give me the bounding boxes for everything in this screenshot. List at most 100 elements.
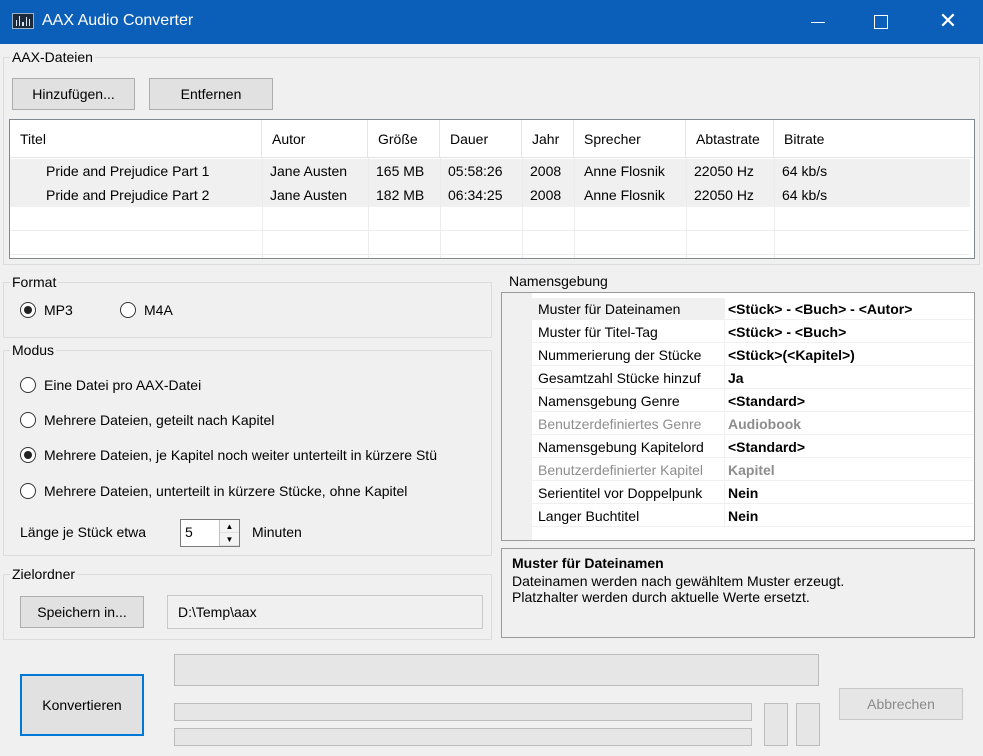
property-name: Serientitel vor Doppelpunk xyxy=(532,482,725,504)
length-stepper[interactable]: 5 ▲ ▼ xyxy=(180,519,240,547)
property-name: Nummerierung der Stücke xyxy=(532,344,725,366)
column-header-samplerate[interactable]: Abtastrate xyxy=(686,120,774,158)
cell-size: 182 MB xyxy=(376,187,425,203)
property-value[interactable]: <Stück>(<Kapitel>) xyxy=(728,344,855,366)
cell-year: 2008 xyxy=(530,163,562,179)
column-divider xyxy=(774,158,775,258)
list-empty-row xyxy=(10,231,970,255)
naming-property-grid[interactable]: Muster für Dateinamen <Stück> - <Buch> -… xyxy=(501,292,975,541)
property-row[interactable]: Namensgebung Kapitelord <Standard> xyxy=(532,436,974,458)
cell-title: Pride and Prejudice Part 2 xyxy=(46,187,210,203)
radio-split-by-chapter[interactable]: Mehrere Dateien, geteilt nach Kapitel xyxy=(20,412,274,428)
description-line-2: Platzhalter werden durch aktuelle Werte … xyxy=(512,589,810,605)
list-empty-row xyxy=(10,207,970,231)
radio-indicator[interactable] xyxy=(20,377,36,393)
convert-button[interactable]: Konvertieren xyxy=(20,674,144,736)
stepper-arrows[interactable]: ▲ ▼ xyxy=(219,520,239,546)
property-value[interactable]: <Standard> xyxy=(728,390,805,412)
close-icon: ✕ xyxy=(938,9,958,34)
radio-mp3[interactable]: MP3 xyxy=(20,302,73,318)
stepper-up-icon[interactable]: ▲ xyxy=(220,520,239,533)
maximize-icon xyxy=(874,15,888,29)
property-value[interactable]: <Stück> - <Buch> xyxy=(728,321,846,343)
progress-bar-total xyxy=(174,728,752,746)
property-value[interactable]: <Standard> xyxy=(728,436,805,458)
list-header: Titel Autor Größe Dauer Jahr Sprecher Ab… xyxy=(10,120,974,158)
table-row[interactable]: Pride and Prejudice Part 2 Jane Austen 1… xyxy=(10,183,970,207)
radio-label: Mehrere Dateien, geteilt nach Kapitel xyxy=(44,412,275,428)
property-value[interactable]: Audiobook xyxy=(728,413,801,435)
property-row[interactable]: Serientitel vor Doppelpunk Nein xyxy=(532,482,974,504)
column-header-narrator[interactable]: Sprecher xyxy=(574,120,686,158)
mode-legend: Modus xyxy=(10,342,57,358)
radio-indicator[interactable] xyxy=(20,483,36,499)
column-divider xyxy=(686,158,687,258)
cell-bitrate: 64 kb/s xyxy=(782,187,828,203)
radio-chapter-further-split[interactable]: Mehrere Dateien, je Kapitel noch weiter … xyxy=(20,447,437,463)
length-label: Länge je Stück etwa xyxy=(20,524,147,540)
close-button[interactable]: ✕ xyxy=(925,0,971,44)
progress-bar-main xyxy=(174,654,819,686)
description-title: Muster für Dateinamen xyxy=(512,555,664,571)
format-group: Format xyxy=(3,274,492,338)
cell-year: 2008 xyxy=(530,187,562,203)
cell-narrator: Anne Flosnik xyxy=(584,187,665,203)
property-row[interactable]: Benutzerdefiniertes Genre Audiobook xyxy=(532,413,974,435)
radio-m4a-indicator[interactable] xyxy=(120,302,136,318)
format-legend: Format xyxy=(10,274,59,290)
property-row[interactable]: Muster für Titel-Tag <Stück> - <Buch> xyxy=(532,321,974,343)
column-header-bitrate[interactable]: Bitrate xyxy=(774,120,970,158)
length-unit: Minuten xyxy=(252,524,302,540)
column-header-title[interactable]: Titel xyxy=(10,120,262,158)
cell-narrator: Anne Flosnik xyxy=(584,163,665,179)
property-value[interactable]: Kapitel xyxy=(728,459,775,481)
length-value[interactable]: 5 xyxy=(185,524,193,540)
radio-indicator[interactable] xyxy=(20,447,36,463)
column-header-author[interactable]: Autor xyxy=(262,120,368,158)
aax-file-list[interactable]: Titel Autor Größe Dauer Jahr Sprecher Ab… xyxy=(9,119,975,259)
radio-mp3-indicator[interactable] xyxy=(20,302,36,318)
cancel-button[interactable]: Abbrechen xyxy=(839,688,963,720)
table-row[interactable]: Pride and Prejudice Part 1 Jane Austen 1… xyxy=(10,159,970,183)
property-value[interactable]: Nein xyxy=(728,505,758,527)
column-divider xyxy=(574,158,575,258)
radio-label: Mehrere Dateien, unterteilt in kürzere S… xyxy=(44,483,408,499)
minimize-button[interactable] xyxy=(795,0,841,44)
property-row[interactable]: Langer Buchtitel Nein xyxy=(532,505,974,527)
remove-button[interactable]: Entfernen xyxy=(149,78,273,110)
radio-one-file-per-aax[interactable]: Eine Datei pro AAX-Datei xyxy=(20,377,201,393)
column-header-size[interactable]: Größe xyxy=(368,120,440,158)
save-in-button[interactable]: Speichern in... xyxy=(20,596,144,628)
cell-duration: 05:58:26 xyxy=(448,163,503,179)
radio-indicator[interactable] xyxy=(20,412,36,428)
title-bar[interactable]: AAX Audio Converter ✕ xyxy=(0,0,983,44)
radio-m4a[interactable]: M4A xyxy=(120,302,173,318)
radio-split-no-chapter[interactable]: Mehrere Dateien, unterteilt in kürzere S… xyxy=(20,483,407,499)
property-name: Namensgebung Kapitelord xyxy=(532,436,725,458)
property-row[interactable]: Nummerierung der Stücke <Stück>(<Kapitel… xyxy=(532,344,974,366)
column-divider xyxy=(440,158,441,258)
property-value[interactable]: Nein xyxy=(728,482,758,504)
aax-files-legend: AAX-Dateien xyxy=(10,49,95,65)
cell-samplerate: 22050 Hz xyxy=(694,163,754,179)
property-value[interactable]: Ja xyxy=(728,367,744,389)
property-row[interactable]: Gesamtzahl Stücke hinzuf Ja xyxy=(532,367,974,389)
property-row[interactable]: Benutzerdefinierter Kapitel Kapitel xyxy=(532,459,974,481)
maximize-button[interactable] xyxy=(858,0,904,44)
column-header-year[interactable]: Jahr xyxy=(522,120,574,158)
property-value[interactable]: <Stück> - <Buch> - <Autor> xyxy=(728,298,912,320)
target-path-field[interactable]: D:\Temp\aax xyxy=(167,595,483,629)
column-divider xyxy=(262,158,263,258)
radio-mp3-label: MP3 xyxy=(44,302,73,318)
add-button[interactable]: Hinzufügen... xyxy=(12,78,135,110)
property-name: Langer Buchtitel xyxy=(532,505,725,527)
property-name: Muster für Dateinamen xyxy=(532,298,725,320)
cell-title: Pride and Prejudice Part 1 xyxy=(46,163,210,179)
cell-duration: 06:34:25 xyxy=(448,187,503,203)
cell-bitrate: 64 kb/s xyxy=(782,163,828,179)
column-header-duration[interactable]: Dauer xyxy=(440,120,522,158)
property-row[interactable]: Muster für Dateinamen <Stück> - <Buch> -… xyxy=(532,298,974,320)
property-row[interactable]: Namensgebung Genre <Standard> xyxy=(532,390,974,412)
stepper-down-icon[interactable]: ▼ xyxy=(220,533,239,546)
cell-samplerate: 22050 Hz xyxy=(694,187,754,203)
